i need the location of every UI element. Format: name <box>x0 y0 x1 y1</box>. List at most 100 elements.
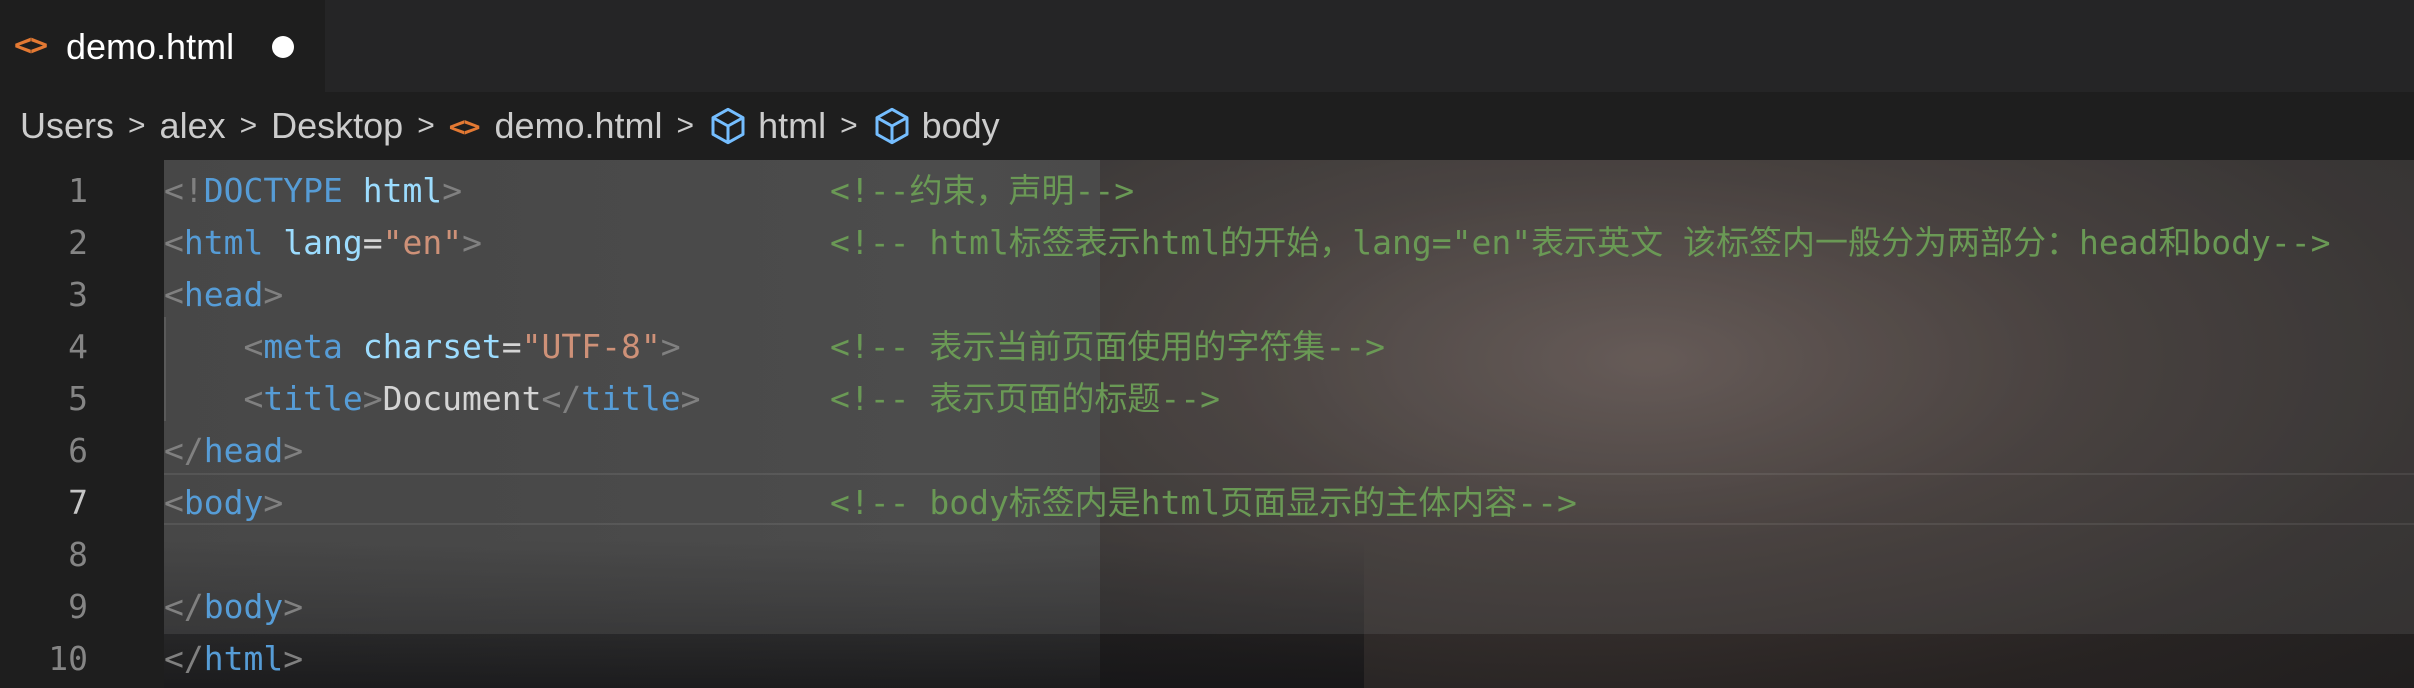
code-token: "en" <box>382 223 463 262</box>
unsaved-dot-icon[interactable] <box>272 36 294 58</box>
code-token: < <box>164 275 184 314</box>
breadcrumb-label: demo.html <box>494 105 663 146</box>
code-token: </ <box>164 587 204 626</box>
line-number: 5 <box>68 379 88 418</box>
code-text: <html lang="en"> <box>164 217 482 269</box>
code-token: </ <box>164 431 204 470</box>
code-token: html <box>203 639 284 678</box>
code-token: charset <box>362 327 502 366</box>
html-file-icon: <> <box>14 28 48 63</box>
code-text: <head> <box>164 269 283 321</box>
code-line[interactable]: 9 </body> <box>0 581 2414 633</box>
code-token: < <box>164 223 184 262</box>
tab-label: demo.html <box>66 26 235 67</box>
code-token: > <box>660 327 681 366</box>
breadcrumb-label: alex <box>159 105 226 146</box>
code-token: </ <box>541 379 582 418</box>
code-line[interactable]: 4 <meta charset="UTF-8"> <!-- 表示当前页面使用的字符… <box>0 321 2414 373</box>
code-token: > <box>263 275 284 314</box>
tab-demo-html[interactable]: <> demo.html <box>0 0 325 92</box>
code-token: > <box>462 223 482 262</box>
code-line[interactable]: 8 <box>0 529 2414 581</box>
code-token: meta <box>263 327 343 366</box>
chevron-right-icon: > <box>239 109 258 142</box>
code-comment: <!-- 表示页面的标题--> <box>830 379 1220 418</box>
code-token: > <box>362 379 383 418</box>
code-token: head <box>203 431 284 470</box>
code-line[interactable]: 2 <html lang="en"> <!-- html标签表示html的开始，la… <box>0 217 2414 269</box>
line-number: 10 <box>48 639 88 678</box>
code-line[interactable]: 3 <head> <box>0 269 2414 321</box>
code-token: DOCTYPE <box>203 171 343 210</box>
code-line[interactable]: 5 <title>Document</title> <!-- 表示页面的标题--> <box>0 373 2414 425</box>
code-token: body <box>203 587 284 626</box>
code-token: < <box>243 379 264 418</box>
code-text: </html> <box>164 633 303 685</box>
code-token: html <box>183 223 264 262</box>
breadcrumb-label: html <box>758 105 827 146</box>
code-token: </ <box>164 639 204 678</box>
code-line[interactable]: 10 </html> <box>0 633 2414 685</box>
code-token: > <box>263 483 284 522</box>
breadcrumb-symbol-html[interactable]: html <box>708 105 826 147</box>
code-token: < <box>243 327 264 366</box>
code-text: <title>Document</title> <box>164 373 701 425</box>
code-token: title <box>263 379 363 418</box>
code-token: > <box>283 587 304 626</box>
breadcrumb-label: Desktop <box>271 105 404 146</box>
code-token: < <box>164 483 184 522</box>
code-token: Document <box>382 379 542 418</box>
breadcrumb-symbol-body[interactable]: body <box>872 105 1000 147</box>
code-editor[interactable]: 1 <!DOCTYPE html> <!--约束，声明--> 2 <html lang=… <box>0 160 2414 688</box>
chevron-right-icon: > <box>840 109 858 142</box>
code-token: > <box>283 639 304 678</box>
code-comment: <!--约束，声明--> <box>830 171 1135 210</box>
line-number: 8 <box>68 535 88 574</box>
code-token: = <box>501 327 522 366</box>
tab-bar: <> demo.html <box>0 0 2414 92</box>
code-token: > <box>283 431 304 470</box>
code-text: <meta charset="UTF-8"> <box>164 321 681 373</box>
code-text: <body> <box>164 477 283 529</box>
code-comment: <!-- body标签内是html页面显示的主体内容--> <box>830 483 1577 522</box>
breadcrumb-alex[interactable]: alex <box>160 105 226 147</box>
breadcrumb: Users > alex > Desktop > <> demo.html > … <box>0 92 2414 160</box>
code-text: </body> <box>164 581 303 633</box>
chevron-right-icon: > <box>676 109 695 142</box>
code-text: <!DOCTYPE html> <box>164 165 462 217</box>
line-number: 7 <box>68 483 88 522</box>
code-token: = <box>362 223 383 262</box>
breadcrumb-file[interactable]: <> demo.html <box>449 105 663 147</box>
code-token: "UTF-8" <box>521 327 661 366</box>
line-number: 1 <box>68 171 88 210</box>
code-comment: <!-- 表示当前页面使用的字符集--> <box>830 327 1385 366</box>
line-number: 4 <box>68 327 88 366</box>
line-number: 6 <box>68 431 88 470</box>
code-comment: <!-- html标签表示html的开始，lang="en"表示英文 该标签内一… <box>830 223 2331 262</box>
symbol-field-icon <box>875 107 909 145</box>
code-token: > <box>442 171 463 210</box>
code-token: html <box>362 171 443 210</box>
breadcrumb-users[interactable]: Users <box>20 105 114 147</box>
code-token: head <box>183 275 264 314</box>
code-token: lang <box>283 223 363 262</box>
breadcrumb-label: Users <box>20 105 115 146</box>
code-token: > <box>680 379 701 418</box>
line-number: 3 <box>68 275 88 314</box>
chevron-right-icon: > <box>417 109 435 142</box>
code-line[interactable]: 1 <!DOCTYPE html> <!--约束，声明--> <box>0 165 2414 217</box>
breadcrumb-desktop[interactable]: Desktop <box>271 105 403 147</box>
line-number: 9 <box>68 587 88 626</box>
code-line[interactable]: 7 <body> <!-- body标签内是html页面显示的主体内容--> <box>0 477 2414 529</box>
code-token: body <box>183 483 264 522</box>
code-line[interactable]: 6 </head> <box>0 425 2414 477</box>
code-token: <! <box>164 171 204 210</box>
line-number: 2 <box>68 223 88 262</box>
code-token: title <box>581 379 681 418</box>
html-file-icon: <> <box>448 109 481 143</box>
